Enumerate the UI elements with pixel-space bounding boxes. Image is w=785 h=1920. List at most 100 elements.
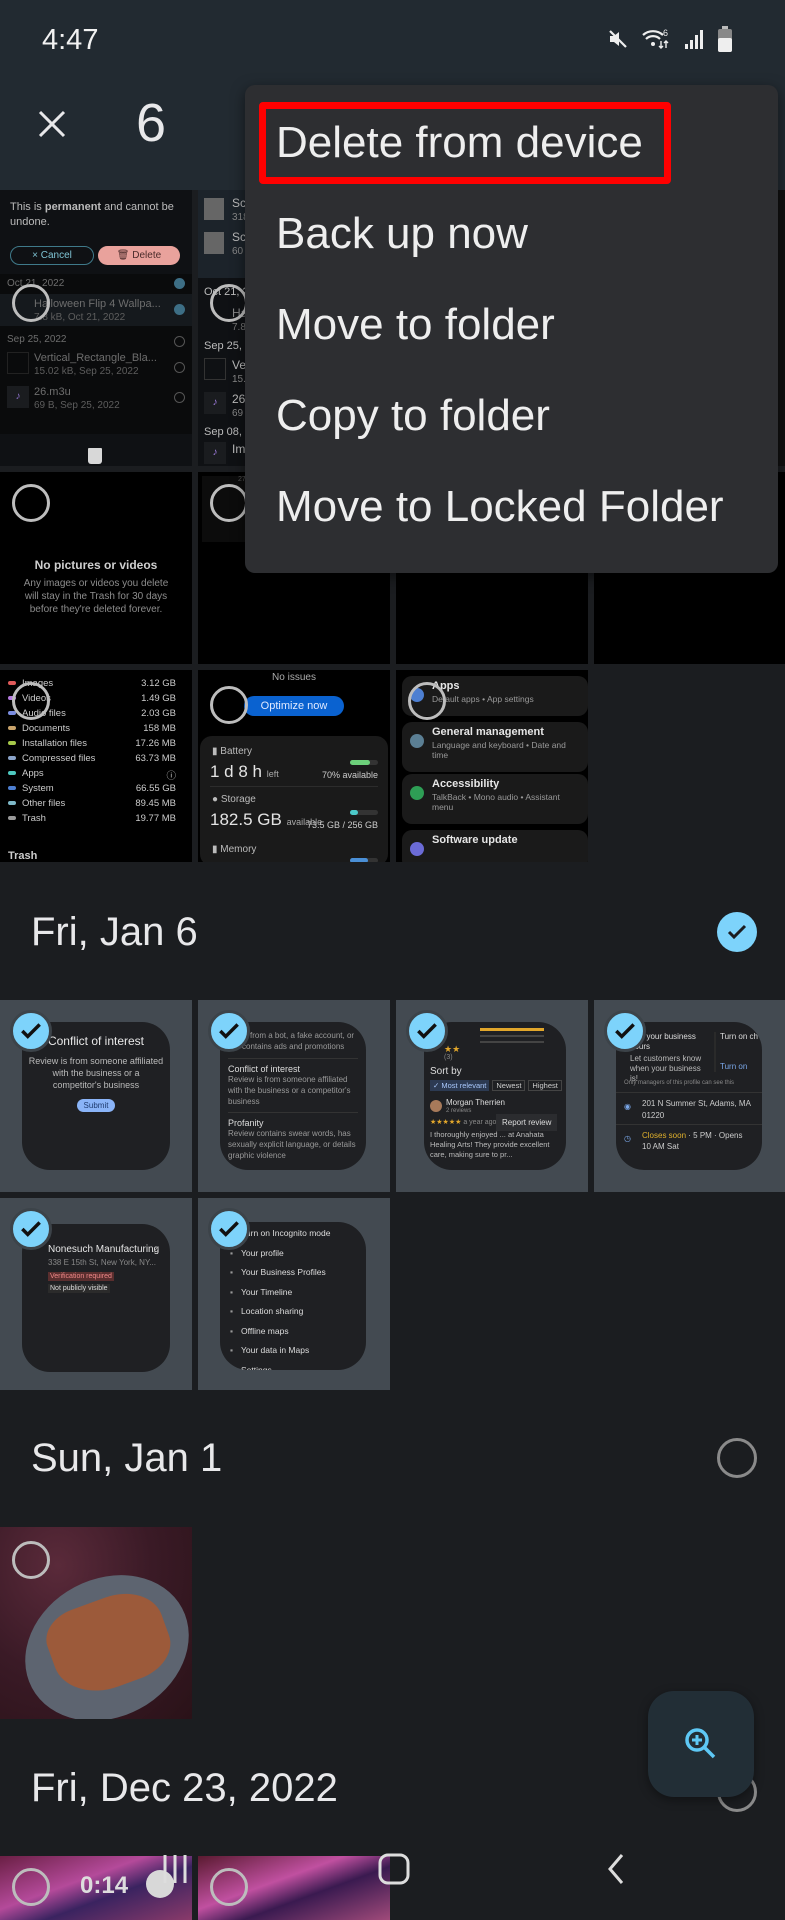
card-item-body: Review is from someone affiliated with t… bbox=[228, 1075, 351, 1106]
select-circle[interactable] bbox=[210, 686, 248, 724]
menu-item-move-to-locked-folder[interactable]: Move to Locked Folder bbox=[276, 482, 724, 532]
open-external-icon: ↗ bbox=[152, 1244, 160, 1254]
selected-check[interactable] bbox=[604, 1010, 646, 1052]
check-icon bbox=[21, 1221, 41, 1237]
visibility-badge: Not publicly visible bbox=[48, 1284, 110, 1293]
select-circle[interactable] bbox=[12, 484, 50, 522]
photo-tile-selected[interactable]: Conflict of interest Review is from some… bbox=[0, 1000, 192, 1192]
storage-value: 182.5 GB available bbox=[210, 810, 323, 829]
photo-tile-selected[interactable]: ★★ (3) Sort by ✓ Most relevant Newest Hi… bbox=[396, 1000, 588, 1192]
empty-title: No pictures or videos bbox=[34, 558, 158, 572]
check-icon bbox=[727, 924, 747, 940]
dialog-delete: 🗑 Delete bbox=[98, 246, 180, 265]
file-name: Vertical_Rectangle_Bla... bbox=[34, 352, 157, 364]
file-date: Sep 25, 2022 bbox=[7, 334, 67, 345]
settings-row: Accessibility TalkBack • Mono audio • Ass… bbox=[402, 774, 588, 824]
maps-menu-item: ▪ Your Timeline bbox=[230, 1286, 293, 1297]
maps-menu-item: ▪ Offline maps bbox=[230, 1325, 289, 1336]
card-item-body: Review contains swear words, has sexuall… bbox=[228, 1129, 356, 1160]
recents-icon[interactable] bbox=[158, 1852, 192, 1886]
check-icon bbox=[21, 1023, 41, 1039]
select-circle[interactable] bbox=[408, 682, 446, 720]
file-name: Halloween Flip 4 Wallpa... bbox=[34, 298, 161, 310]
memory-label: ▮ Memory bbox=[212, 844, 257, 855]
section-date: Fri, Dec 23, 2022 bbox=[31, 1766, 338, 1810]
hours: Closes soon · 5 PM · Opens 10 AM Sat bbox=[642, 1131, 743, 1151]
select-circle[interactable] bbox=[210, 484, 248, 522]
card-item-title: Profanity bbox=[228, 1118, 264, 1128]
file-meta: 69 B, Sep 25, 2022 bbox=[34, 400, 120, 411]
selected-check[interactable] bbox=[208, 1208, 250, 1250]
gallery-screen: This is permanent and cannot be undone. … bbox=[0, 0, 785, 1920]
thumbnail-device-care[interactable]: No issues Optimize now ▮ Battery 1 d 8 h… bbox=[198, 670, 390, 862]
status-time: 4:47 bbox=[42, 24, 99, 56]
file-name: Ve bbox=[232, 358, 247, 372]
zoom-in-icon bbox=[685, 1728, 716, 1759]
sort-chips: ✓ Most relevant Newest Highest bbox=[430, 1080, 562, 1091]
thumbnail-storage[interactable]: Images 3.12 GB Videos 1.49 GB Audio files 2.0… bbox=[0, 670, 192, 862]
select-circle[interactable] bbox=[12, 284, 50, 322]
dialog-cancel: × Cancel bbox=[10, 246, 94, 265]
selected-check[interactable] bbox=[406, 1010, 448, 1052]
thumbnail-empty-trash[interactable]: No pictures or videos Any images or vide… bbox=[0, 472, 192, 664]
menu-item-back-up-now[interactable]: Back up now bbox=[276, 209, 528, 259]
check-icon bbox=[417, 1023, 437, 1039]
check-icon bbox=[615, 1023, 635, 1039]
select-circle[interactable] bbox=[12, 682, 50, 720]
music-file-icon: ♪ bbox=[7, 386, 29, 408]
photo-tile-selected[interactable]: ▪Turn on Incognito mode▪Your profile▪You… bbox=[198, 1198, 390, 1390]
select-circle[interactable] bbox=[12, 1541, 50, 1579]
maps-menu-item: ▪ Your profile bbox=[230, 1247, 284, 1258]
thumbnail-trash-dialog[interactable]: This is permanent and cannot be undone. … bbox=[0, 190, 192, 466]
section-select-checked[interactable] bbox=[717, 912, 757, 952]
battery-available: 70% available bbox=[321, 770, 378, 780]
file-name: Im bbox=[232, 442, 246, 456]
rating-count: (3) bbox=[444, 1054, 453, 1061]
selected-check[interactable] bbox=[10, 1010, 52, 1052]
music-file-icon: ♪ bbox=[204, 392, 226, 414]
card-body: Review is from someone affiliated with t… bbox=[28, 1056, 164, 1090]
zoom-fab[interactable] bbox=[648, 1691, 754, 1797]
photo-tile-food[interactable] bbox=[0, 1527, 192, 1719]
selected-check[interactable] bbox=[10, 1208, 52, 1250]
section-select-circle[interactable] bbox=[717, 1438, 757, 1478]
close-icon[interactable] bbox=[34, 106, 70, 142]
battery-value: 1 d 8 h left bbox=[210, 762, 279, 781]
address: 201 N Summer St, Adams, MA 01220 bbox=[642, 1099, 751, 1120]
menu-item-move-to-folder[interactable]: Move to folder bbox=[276, 300, 555, 350]
card-note: Only managers of this profile can see th… bbox=[624, 1080, 735, 1086]
reviewer-meta: 2 reviews bbox=[446, 1108, 472, 1114]
optimize-button: Optimize now bbox=[244, 696, 344, 716]
card-right-title: Turn on ch bbox=[720, 1032, 758, 1041]
thumbnail-settings[interactable]: Apps Default apps • App settings General m… bbox=[396, 670, 588, 862]
battery-label: ▮ Battery bbox=[212, 746, 252, 757]
maps-menu-item: ▪ Location sharing bbox=[230, 1306, 304, 1316]
sort-by-label: Sort by bbox=[430, 1066, 462, 1077]
selected-check[interactable] bbox=[208, 1010, 250, 1052]
storage-label: ● Storage bbox=[212, 794, 256, 805]
maps-menu-item: ▪ Your data in Maps bbox=[230, 1345, 310, 1355]
check-icon bbox=[219, 1221, 239, 1237]
menu-item-delete-from-device[interactable]: Delete from device bbox=[276, 118, 643, 168]
storage-detail: 73.5 GB / 256 GB bbox=[306, 820, 378, 830]
back-icon[interactable] bbox=[600, 1852, 634, 1886]
file-meta: 69 bbox=[232, 408, 244, 419]
file-name: 26 bbox=[232, 392, 246, 406]
menu-item-copy-to-folder[interactable]: Copy to folder bbox=[276, 391, 550, 441]
file-meta: 15. bbox=[232, 374, 246, 385]
maps-menu-item: ▪ Your Business Profiles bbox=[230, 1267, 326, 1277]
photo-tile-selected[interactable]: Nonesuch Manufacturing ↗ 338 E 15th St, … bbox=[0, 1198, 192, 1390]
photo-tile-selected[interactable]: is from a bot, a fake account, or contai… bbox=[198, 1000, 390, 1192]
settings-icon bbox=[410, 842, 424, 856]
settings-row: Software update bbox=[402, 830, 588, 862]
file-name: Sc bbox=[232, 196, 247, 210]
card-item-title: Conflict of interest bbox=[228, 1064, 301, 1074]
home-icon[interactable] bbox=[377, 1852, 411, 1886]
check-icon bbox=[219, 1023, 239, 1039]
select-circle[interactable] bbox=[210, 284, 248, 322]
section-date: Fri, Jan 6 bbox=[31, 910, 198, 954]
status-icons: 6 bbox=[607, 26, 733, 52]
photo-tile-selected[interactable]: Add your business hours Let customers kn… bbox=[594, 1000, 785, 1192]
selected-count: 6 bbox=[136, 93, 167, 153]
storage-row: Documents 158 MB bbox=[8, 723, 184, 737]
